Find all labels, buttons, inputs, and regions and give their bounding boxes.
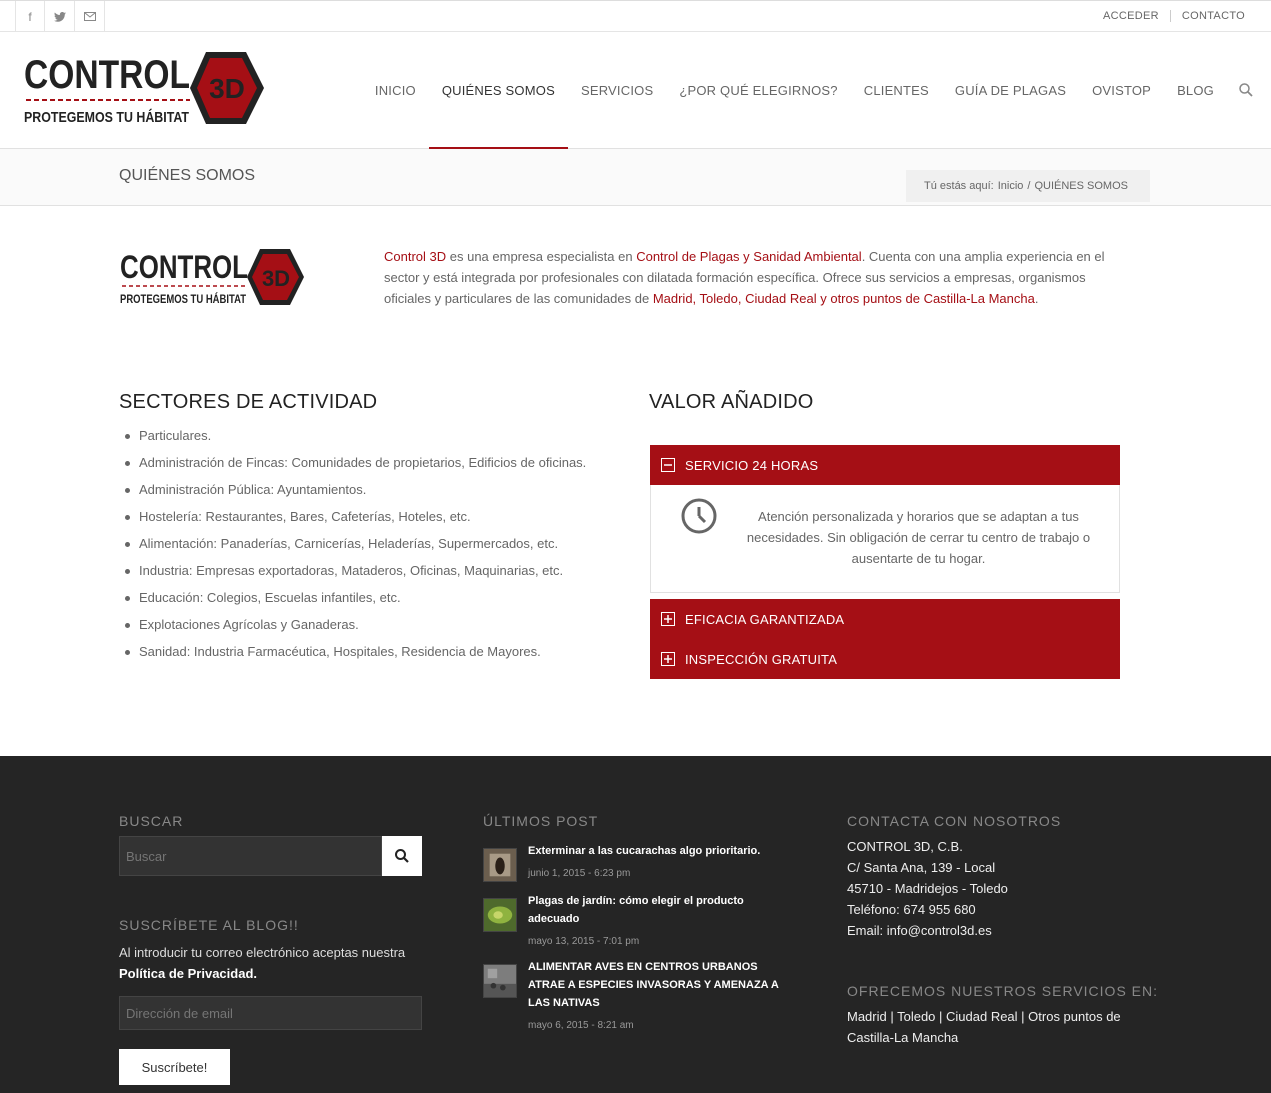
posts-heading: ÚLTIMOS POST xyxy=(483,813,599,829)
accordion-title: INSPECCIÓN GRATUITA xyxy=(685,651,838,667)
post-thumbnail[interactable] xyxy=(483,898,517,932)
post-date: junio 1, 2015 - 6:23 pm xyxy=(528,868,631,879)
accordion-title: EFICACIA GARANTIZADA xyxy=(685,611,845,627)
nav-item-quienes-somos[interactable]: QUIÉNES SOMOS xyxy=(428,32,569,149)
contact-info: CONTROL 3D, C.B. C/ Santa Ana, 139 - Loc… xyxy=(847,836,1008,941)
post-thumbnail[interactable] xyxy=(483,848,517,882)
nav-item-blog[interactable]: BLOG xyxy=(1164,32,1227,148)
areas-heading: OFRECEMOS NUESTROS SERVICIOS EN: xyxy=(847,983,1159,999)
email-field[interactable] xyxy=(119,996,422,1030)
search-heading: BUSCAR xyxy=(119,813,184,829)
nav-item-servicios[interactable]: SERVICIOS xyxy=(568,32,666,148)
list-item: Particulares. xyxy=(125,425,599,446)
list-item: Industria: Empresas exportadoras, Matade… xyxy=(125,560,599,581)
breadcrumb: Tú estás aquí: Inicio / QUIÉNES SOMOS xyxy=(906,170,1150,202)
contact-link[interactable]: CONTACTO xyxy=(1169,10,1245,22)
list-item: Explotaciones Agrícolas y Ganaderas. xyxy=(125,614,599,635)
accordion-body: Atención personalizada y horarios que se… xyxy=(650,485,1120,593)
contact-company: CONTROL 3D, C.B. xyxy=(847,839,963,854)
expand-icon xyxy=(661,612,675,626)
sectors-heading: SECTORES DE ACTIVIDAD xyxy=(119,391,378,413)
page-title: QUIÉNES SOMOS xyxy=(119,167,256,184)
accordion-inspeccion-gratuita: INSPECCIÓN GRATUITA xyxy=(650,639,1120,679)
places-link[interactable]: Madrid, Toledo, Ciudad Real y otros punt… xyxy=(653,291,1035,306)
breadcrumb-home[interactable]: Inicio xyxy=(998,180,1024,192)
logo-mark: 3D xyxy=(209,73,245,104)
post-date: mayo 6, 2015 - 8:21 am xyxy=(528,1020,634,1031)
search-icon xyxy=(395,849,409,863)
search-icon[interactable] xyxy=(1227,32,1271,148)
contact-email[interactable]: Email: info@control3d.es xyxy=(847,920,1008,941)
intro-logo-tagline: PROTEGEMOS TU HÁBITAT xyxy=(120,291,247,306)
search-input[interactable] xyxy=(119,836,382,876)
nav-item-clientes[interactable]: CLIENTES xyxy=(851,32,942,148)
footer-search xyxy=(119,836,422,876)
service-areas: Madrid | Toledo | Ciudad Real | Otros pu… xyxy=(847,1009,1121,1045)
value-heading: VALOR AÑADIDO xyxy=(649,391,814,413)
contact-heading: CONTACTA CON NOSOTROS xyxy=(847,813,1062,829)
intro-logo-brand: CONTROL xyxy=(120,249,248,285)
logo-brand: CONTROL xyxy=(24,53,190,97)
post-title[interactable]: Exterminar a las cucarachas algo priorit… xyxy=(528,842,793,860)
top-bar: f ACCEDER CONTACTO xyxy=(0,0,1271,32)
list-item: Alimentación: Panaderías, Carnicerías, H… xyxy=(125,533,599,554)
accordion-toggle-eficacia[interactable]: EFICACIA GARANTIZADA xyxy=(650,599,1120,639)
contact-address: C/ Santa Ana, 139 - Local xyxy=(847,860,996,875)
intro-logo-mark: 3D xyxy=(262,266,290,291)
accordion-toggle-servicio[interactable]: SERVICIO 24 HORAS xyxy=(650,445,1120,485)
intro-paragraph: Control 3D es una empresa especialista e… xyxy=(384,249,1105,306)
twitter-icon[interactable] xyxy=(45,1,75,32)
subscribe-button[interactable]: Suscríbete! xyxy=(119,1049,230,1085)
accordion-title: SERVICIO 24 HORAS xyxy=(685,457,819,473)
contact-phone: Teléfono: 674 955 680 xyxy=(847,902,976,917)
social-links: f xyxy=(15,1,105,32)
sectors-list: Particulares. Administración de Fincas: … xyxy=(125,425,599,668)
expand-icon xyxy=(661,652,675,666)
list-item: Administración de Fincas: Comunidades de… xyxy=(125,452,599,473)
nav-item-inicio[interactable]: INICIO xyxy=(362,32,429,148)
search-submit-button[interactable] xyxy=(382,836,422,876)
nav-item-por-que-elegirnos[interactable]: ¿POR QUÉ ELEGIRNOS? xyxy=(666,32,850,148)
mail-icon[interactable] xyxy=(75,1,105,32)
accordion-text: Atención personalizada y horarios que se… xyxy=(746,509,1091,566)
privacy-link[interactable]: Política de Privacidad. xyxy=(119,966,257,981)
list-item: Educación: Colegios, Escuelas infantiles… xyxy=(125,587,599,608)
accordion-servicio-24-horas: SERVICIO 24 HORAS Atención personalizada… xyxy=(650,445,1120,593)
collapse-icon xyxy=(661,458,675,472)
list-item: Administración Pública: Ayuntamientos. xyxy=(125,479,599,500)
post-date: mayo 13, 2015 - 7:01 pm xyxy=(528,936,640,947)
site-logo[interactable]: 3D CONTROL PROTEGEMOS TU HÁBITAT xyxy=(24,48,264,128)
subscribe-text: Al introducir tu correo electrónico acep… xyxy=(119,945,406,981)
site-header: 3D CONTROL PROTEGEMOS TU HÁBITAT INICIO … xyxy=(0,32,1271,149)
subscribe-heading: SUSCRÍBETE AL BLOG!! xyxy=(119,917,299,933)
clock-icon xyxy=(681,498,717,534)
accordion-toggle-inspeccion[interactable]: INSPECCIÓN GRATUITA xyxy=(650,639,1120,679)
post-title[interactable]: Plagas de jardín: cómo elegir el product… xyxy=(528,892,793,928)
list-item: Sanidad: Industria Farmacéutica, Hospita… xyxy=(125,641,599,662)
post-thumbnail[interactable] xyxy=(483,964,517,998)
nav-item-guia-de-plagas[interactable]: GUÍA DE PLAGAS xyxy=(942,32,1079,148)
post-title[interactable]: ALIMENTAR AVES EN CENTROS URBANOS ATRAE … xyxy=(528,958,793,1012)
main-nav: INICIO QUIÉNES SOMOS SERVICIOS ¿POR QUÉ … xyxy=(362,32,1271,149)
nav-item-ovistop[interactable]: OVISTOP xyxy=(1079,32,1164,148)
title-bar: QUIÉNES SOMOS Tú estás aquí: Inicio / QU… xyxy=(0,149,1271,206)
contact-city: 45710 - Madridejos - Toledo xyxy=(847,881,1008,896)
company-link[interactable]: Control 3D xyxy=(384,249,446,264)
logo-tagline: PROTEGEMOS TU HÁBITAT xyxy=(24,109,189,126)
facebook-icon[interactable]: f xyxy=(15,1,45,32)
login-link[interactable]: ACCEDER xyxy=(1092,10,1170,22)
specialty-link[interactable]: Control de Plagas y Sanidad Ambiental xyxy=(636,249,861,264)
breadcrumb-separator: / xyxy=(1027,180,1031,192)
accordion-eficacia-garantizada: EFICACIA GARANTIZADA xyxy=(650,599,1120,639)
breadcrumb-label: Tú estás aquí: xyxy=(924,180,994,192)
intro-logo: 3D CONTROL PROTEGEMOS TU HÁBITAT xyxy=(120,249,304,306)
breadcrumb-current: QUIÉNES SOMOS xyxy=(1034,180,1128,192)
site-footer: BUSCAR SUSCRÍBETE AL BLOG!! Al introduci… xyxy=(0,756,1271,1093)
top-links: ACCEDER CONTACTO xyxy=(1092,10,1245,22)
list-item: Hostelería: Restaurantes, Bares, Cafeter… xyxy=(125,506,599,527)
